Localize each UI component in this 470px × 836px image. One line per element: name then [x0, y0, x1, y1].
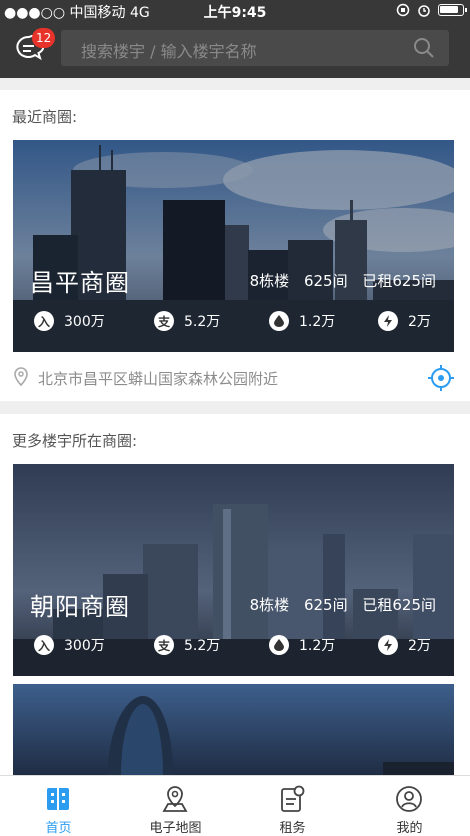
- stat-income: 入 300万: [34, 635, 105, 655]
- tab-label: 首页: [45, 821, 72, 836]
- district-card-chaoyang[interactable]: 朝阳商圈 8栋楼 625间 已租625间 入 300万 支 5.2万 1.2万: [13, 464, 454, 676]
- building-count: 8栋楼: [249, 596, 290, 614]
- stat-water: 1.2万: [269, 635, 335, 655]
- rented-count: 已租625间: [362, 272, 436, 290]
- location-pin-icon: [14, 367, 28, 387]
- tab-label: 我的: [396, 821, 423, 836]
- stat-value: 2万: [408, 314, 431, 330]
- bottom-tab-bar: 首页 电子地图 租务 我的: [0, 775, 470, 836]
- map-pin-icon: [162, 786, 188, 812]
- message-badge: 12: [32, 28, 56, 48]
- stat-value: 300万: [64, 638, 105, 654]
- building-icon: [47, 788, 69, 810]
- stat-value: 2万: [408, 638, 431, 654]
- stat-expense: 支 5.2万: [154, 311, 220, 331]
- tab-home[interactable]: 首页: [0, 776, 117, 836]
- stat-expense: 支 5.2万: [154, 635, 220, 655]
- expense-icon: 支: [154, 635, 174, 655]
- tab-label: 租务: [279, 821, 306, 836]
- tab-rent[interactable]: 租务: [234, 776, 351, 836]
- stat-value: 5.2万: [184, 638, 221, 654]
- skyline-image: [13, 684, 454, 775]
- search-icon[interactable]: [413, 37, 435, 59]
- recent-section: 最近商圈: 昌平商圈 8栋楼 625间 已租625间 入 300万 支 5.2万…: [0, 90, 470, 353]
- income-icon: 入: [34, 635, 54, 655]
- stat-water: 1.2万: [269, 311, 335, 331]
- stat-electric: 2万: [378, 635, 431, 655]
- district-name: 朝阳商圈: [30, 593, 130, 621]
- stat-electric: 2万: [378, 311, 431, 331]
- district-info: 8栋楼 625间 已租625间: [240, 270, 436, 291]
- lightning-icon: [378, 635, 398, 655]
- search-input[interactable]: 搜索楼宇 / 输入楼宇名称: [61, 30, 449, 66]
- room-count: 625间: [303, 596, 348, 614]
- district-info: 8栋楼 625间 已租625间: [240, 594, 436, 615]
- tab-profile[interactable]: 我的: [351, 776, 468, 836]
- document-icon: [281, 785, 305, 812]
- search-placeholder: 搜索楼宇 / 输入楼宇名称: [81, 42, 257, 61]
- location-row: 北京市昌平区蟒山国家森林公园附近: [0, 353, 470, 401]
- room-count: 625间: [303, 272, 348, 290]
- expense-icon: 支: [154, 311, 174, 331]
- district-stats: 入 300万 支 5.2万 1.2万 2万: [13, 635, 454, 659]
- water-drop-icon: [269, 311, 289, 331]
- building-count: 8栋楼: [249, 272, 290, 290]
- more-section: 更多楼宇所在商圈: 朝阳商圈 8栋楼 625间 已租625间 入 300万 支 …: [0, 414, 470, 775]
- district-card-partial[interactable]: [13, 684, 454, 775]
- tab-map[interactable]: 电子地图: [117, 776, 234, 836]
- top-header: ●●●○○ 中国移动 4G 上午9:45 12 搜索楼宇 / 输入楼宇名称: [0, 0, 470, 78]
- stat-income: 入 300万: [34, 311, 105, 331]
- lightning-icon: [378, 311, 398, 331]
- stat-value: 5.2万: [184, 314, 221, 330]
- locate-icon[interactable]: [428, 365, 454, 391]
- water-drop-icon: [269, 635, 289, 655]
- user-icon: [396, 786, 422, 812]
- district-stats: 入 300万 支 5.2万 1.2万 2万: [13, 311, 454, 335]
- recent-title: 最近商圈:: [12, 108, 78, 126]
- stat-value: 1.2万: [299, 638, 336, 654]
- location-address: 北京市昌平区蟒山国家森林公园附近: [38, 370, 279, 388]
- stat-value: 1.2万: [299, 314, 336, 330]
- status-icons: [396, 3, 467, 17]
- more-title: 更多楼宇所在商圈:: [12, 432, 138, 450]
- alarm-icon: [418, 5, 430, 17]
- rented-count: 已租625间: [362, 596, 436, 614]
- income-icon: 入: [34, 311, 54, 331]
- district-name: 昌平商圈: [30, 269, 130, 297]
- status-bar: ●●●○○ 中国移动 4G 上午9:45: [0, 0, 470, 22]
- battery-icon: [438, 4, 467, 16]
- stat-value: 300万: [64, 314, 105, 330]
- district-card-changping[interactable]: 昌平商圈 8栋楼 625间 已租625间 入 300万 支 5.2万 1.2万: [13, 140, 454, 352]
- rotation-lock-icon: [396, 3, 410, 17]
- tab-label: 电子地图: [149, 821, 202, 836]
